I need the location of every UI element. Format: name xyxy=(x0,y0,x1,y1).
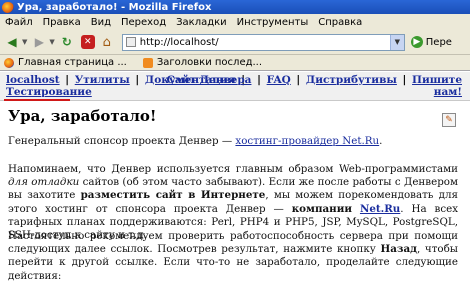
nav-link-utilities[interactable]: Утилиты xyxy=(75,74,130,86)
nav-separator: | xyxy=(131,74,143,86)
menu-view[interactable]: Вид xyxy=(86,17,116,28)
firefox-icon xyxy=(2,1,14,13)
hosting-bold: компании xyxy=(291,202,352,215)
nav-separator: | xyxy=(253,74,265,86)
address-input[interactable]: http://localhost/ xyxy=(140,37,390,48)
check-paragraph: Настоятельно рекомендуем проверить работ… xyxy=(8,230,458,283)
nav-link-write-us[interactable]: Пишите xyxy=(412,74,462,86)
menu-edit[interactable]: Правка xyxy=(38,17,86,28)
page-favicon-icon xyxy=(125,37,136,47)
bookmark-headlines[interactable]: Заголовки послед... xyxy=(142,57,263,68)
page-content: localhost | Утилиты | Документация | Тес… xyxy=(0,72,470,292)
forward-arrow-icon[interactable]: ▶ xyxy=(30,33,48,51)
menu-bookmarks[interactable]: Закладки xyxy=(171,17,232,28)
back-arrow-icon[interactable]: ◀ xyxy=(3,33,21,51)
sponsor-link[interactable]: хостинг-провайдер Net.Ru xyxy=(235,135,379,147)
bookmarks-toolbar: Главная страница ... Заголовки послед... xyxy=(0,55,470,71)
back-button-name: Назад xyxy=(380,243,417,256)
nav-right: Сайт Денвера | FAQ | Дистрибутивы | Пиши… xyxy=(167,74,462,98)
nav-link-denwer-site[interactable]: Сайт Денвера xyxy=(167,74,252,86)
menu-bar: Файл Правка Вид Переход Закладки Инструм… xyxy=(0,14,470,30)
reload-icon[interactable]: ↻ xyxy=(58,33,76,51)
menu-tools[interactable]: Инструменты xyxy=(232,17,314,28)
site-nav: localhost | Утилиты | Документация | Тес… xyxy=(0,72,470,101)
address-bar[interactable]: http://localhost/ ▼ xyxy=(121,33,405,51)
firefox-icon xyxy=(4,57,14,68)
page-heading: Ура, заработало! xyxy=(8,107,157,125)
stop-icon[interactable]: ✕ xyxy=(80,35,95,49)
nav-separator: | xyxy=(398,74,411,86)
bookmark-label: Заголовки послед... xyxy=(156,57,263,68)
netru-link[interactable]: Net.Ru xyxy=(360,203,400,215)
address-dropdown-icon[interactable]: ▼ xyxy=(389,34,404,50)
menu-help[interactable]: Справка xyxy=(313,17,367,28)
sponsor-end: . xyxy=(379,135,383,147)
home-icon[interactable]: ⌂ xyxy=(98,33,116,51)
back-dropdown-icon[interactable]: ▼ xyxy=(22,38,27,46)
nav-separator: | xyxy=(292,74,304,86)
go-arrow-icon: ▶ xyxy=(410,36,423,48)
hosting-italic: для отладки xyxy=(8,176,80,189)
bookmark-label: Главная страница ... xyxy=(18,57,127,68)
go-button[interactable]: ▶ Пере xyxy=(410,36,452,48)
window-title: Ура, заработало! - Mozilla Firefox xyxy=(17,1,212,13)
rss-feed-icon xyxy=(142,57,153,68)
testing-underline-marker xyxy=(4,99,70,101)
nav-link-distributions[interactable]: Дистрибутивы xyxy=(306,74,397,86)
go-label: Пере xyxy=(425,36,452,48)
nav-separator: | xyxy=(61,74,73,86)
sponsor-text: Генеральный спонсор проекта Денвер — xyxy=(8,135,236,147)
window-titlebar: Ура, заработало! - Mozilla Firefox xyxy=(0,0,470,14)
menu-go[interactable]: Переход xyxy=(116,17,171,28)
nav-link-localhost[interactable]: localhost xyxy=(6,74,60,86)
sponsor-paragraph: Генеральный спонсор проекта Денвер — хос… xyxy=(8,135,458,148)
navigation-toolbar: ◀ ▼ ▶ ▼ ↻ ✕ ⌂ http://localhost/ ▼ ▶ Пере xyxy=(0,30,470,55)
edit-page-icon[interactable]: ✎ xyxy=(442,113,456,127)
nav-link-write-us-cont[interactable]: нам! xyxy=(434,86,462,98)
menu-file[interactable]: Файл xyxy=(0,17,38,28)
forward-dropdown-icon[interactable]: ▼ xyxy=(49,38,54,46)
nav-link-faq[interactable]: FAQ xyxy=(267,74,291,86)
hosting-text: Напоминаем, что Денвер используется глав… xyxy=(8,163,458,175)
hosting-bold: разместить сайт в Интернете xyxy=(80,189,266,202)
bookmark-home[interactable]: Главная страница ... xyxy=(4,57,127,68)
